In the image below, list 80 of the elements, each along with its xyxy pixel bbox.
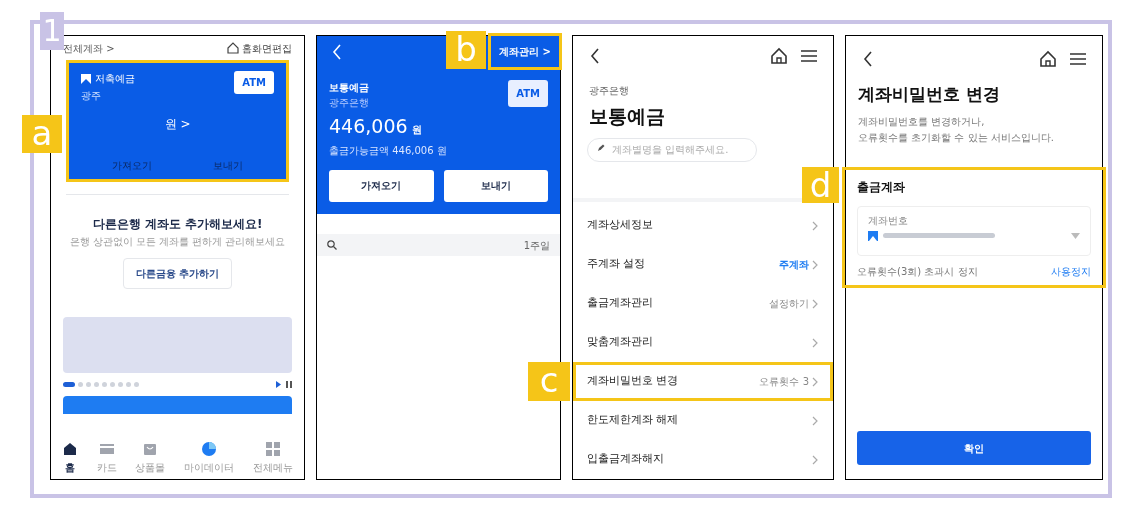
- search-bar[interactable]: 1주일: [317, 234, 560, 256]
- available-amount: 출금가능금액 446,006 원: [329, 143, 447, 158]
- bank-logo-icon: [868, 230, 878, 241]
- nickname-field[interactable]: 계좌별명을 입력해주세요.: [587, 137, 757, 162]
- menu-label: 계좌상세정보: [587, 217, 653, 234]
- promo-title: 다른은행 계좌도 추가해보세요!: [91, 216, 264, 233]
- menu-label: 맞춤계좌관리: [587, 334, 653, 351]
- callout-label: d: [802, 166, 839, 203]
- menu-value: 오류횟수 3: [759, 375, 809, 389]
- menu-label: 계좌비밀번호 변경: [587, 373, 679, 390]
- action-button[interactable]: 보내기: [443, 169, 548, 202]
- bank-name: 광주은행: [588, 83, 630, 98]
- suspend-link[interactable]: 사용정지: [1051, 263, 1091, 279]
- pencil-icon: [597, 144, 605, 153]
- pie-chart-icon: [201, 441, 218, 457]
- currency-unit: 원: [411, 123, 422, 137]
- bank-name: 광주은행: [329, 96, 370, 110]
- callout-label: b: [446, 30, 487, 69]
- add-finance-button[interactable]: 다른금융 추가하기: [122, 258, 233, 289]
- shopping-bag-icon: [142, 441, 159, 457]
- chevron-right-icon: [811, 297, 819, 310]
- step-number: 1: [40, 12, 64, 50]
- atm-button[interactable]: ATM: [508, 80, 548, 107]
- search-icon: [327, 240, 337, 250]
- play-pause-icon: [276, 381, 292, 388]
- callout-label: c: [528, 362, 570, 401]
- grid-icon: [264, 441, 281, 457]
- menu-label: 한도제한계좌 해제: [587, 412, 679, 429]
- nav-tab[interactable]: 전체메뉴: [252, 441, 293, 475]
- menu-item[interactable]: 입출금계좌해지: [576, 443, 830, 476]
- section-title: 출금계좌: [857, 178, 906, 196]
- limit-note: 오류횟수(3회) 초과시 정지: [857, 264, 978, 279]
- chevron-right-icon: [811, 258, 819, 271]
- menu-item[interactable]: 한도제한계좌 해제: [576, 404, 830, 437]
- menu-label: 입출금계좌해지: [587, 451, 664, 468]
- chevron-right-icon: [811, 414, 819, 427]
- edit-home-link[interactable]: 홈화면편집: [242, 40, 292, 56]
- menu-item[interactable]: 계좌비밀번호 변경 오류횟수 3: [576, 365, 830, 398]
- action-button[interactable]: 가져오기: [329, 169, 434, 202]
- product-name: 저축예금: [95, 72, 135, 86]
- account-select-field[interactable]: 계좌번호: [857, 205, 1091, 256]
- balance-text: 원 >: [164, 116, 191, 133]
- nav-tab[interactable]: 카드: [96, 441, 117, 475]
- all-accounts-link[interactable]: 전체계좌 >: [63, 40, 115, 56]
- nav-tab[interactable]: 홈: [62, 441, 79, 475]
- description-text: 오류횟수를 초기화할 수 있는 서비스입니다.: [858, 130, 1055, 145]
- nav-tab[interactable]: 마이데이터: [184, 441, 235, 475]
- menu-value: 설정하기: [769, 297, 809, 311]
- page-title: 계좌비밀번호 변경: [857, 83, 1001, 106]
- description-text: 계좌비밀번호를 변경하거나,: [858, 114, 986, 129]
- period-filter[interactable]: 1주일: [523, 237, 550, 253]
- callout-label: a: [22, 115, 62, 153]
- confirm-button[interactable]: 확인: [857, 431, 1091, 465]
- chevron-right-icon: [811, 453, 819, 466]
- chevron-right-icon: [811, 336, 819, 349]
- dropdown-arrow-icon: [1071, 232, 1080, 239]
- home-icon: [769, 46, 789, 67]
- nav-tab[interactable]: 상품몰: [135, 441, 166, 475]
- menu-item[interactable]: 맞춤계좌관리: [576, 326, 830, 359]
- field-label: 계좌번호: [868, 213, 909, 228]
- menu-value: 주계좌: [779, 258, 809, 272]
- menu-item[interactable]: 주계좌 설정 주계좌: [576, 248, 830, 281]
- home-icon: [62, 441, 79, 457]
- account-card[interactable]: 저축예금 광주 ATM 원 > 가져오기 보내기: [69, 63, 286, 179]
- chevron-right-icon: [811, 375, 819, 388]
- menu-item[interactable]: 출금계좌관리 설정하기: [576, 287, 830, 320]
- home-icon: [1038, 49, 1058, 69]
- bank-name: 광주: [81, 89, 102, 103]
- card-icon: [98, 441, 115, 457]
- promo-subtitle: 은행 상관없이 모든 계좌를 편하게 관리해보세요: [68, 236, 287, 248]
- atm-button[interactable]: ATM: [234, 71, 274, 94]
- bank-logo-icon: [81, 73, 91, 84]
- menu-item[interactable]: 계좌상세정보: [576, 209, 830, 242]
- product-name: 보통예금: [329, 81, 370, 95]
- balance-amount: 446,006: [329, 114, 408, 139]
- home-icon: [227, 42, 239, 54]
- menu-label: 출금계좌관리: [587, 295, 653, 312]
- chevron-right-icon: [811, 219, 819, 232]
- menu-label: 주계좌 설정: [587, 256, 646, 273]
- account-title: 보통예금: [588, 103, 666, 129]
